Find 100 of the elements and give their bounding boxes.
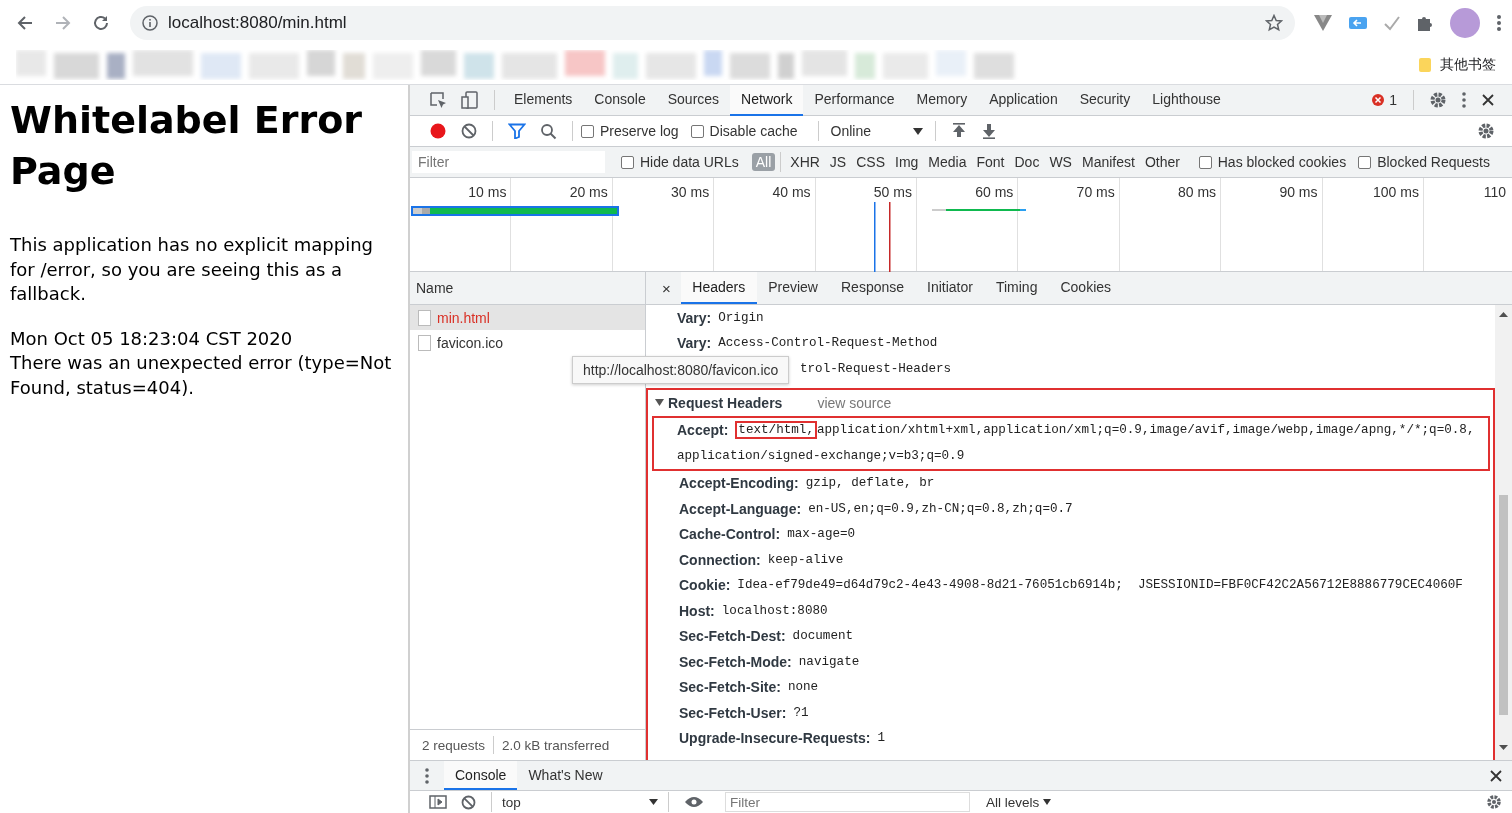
menu-dots-icon[interactable]	[1496, 14, 1502, 32]
header-name: Sec-Fetch-Site:	[679, 679, 781, 696]
error-count[interactable]: 1	[1389, 92, 1397, 108]
checkbox[interactable]	[1358, 155, 1372, 169]
devtools-tab[interactable]: Elements	[503, 84, 584, 116]
detail-tab[interactable]: Cookies	[1048, 272, 1123, 304]
clear-icon[interactable]	[461, 123, 477, 139]
v-logo-icon[interactable]	[1313, 14, 1333, 32]
upload-icon[interactable]	[950, 123, 967, 139]
bookmark-folder[interactable]: 其他书签	[1440, 56, 1496, 74]
more-options-icon[interactable]	[1461, 91, 1467, 109]
extension-badge-icon[interactable]	[1348, 15, 1368, 31]
checkbox[interactable]	[690, 124, 704, 138]
close-icon[interactable]	[1490, 769, 1502, 782]
drawer-tab[interactable]: Console	[444, 761, 518, 790]
devtools-tab[interactable]: Network	[730, 84, 804, 116]
view-source-link[interactable]: view source	[817, 394, 892, 411]
address-bar[interactable]: localhost:8080/min.html	[130, 6, 1295, 40]
inspect-element-icon[interactable]	[429, 91, 447, 109]
download-icon[interactable]	[980, 123, 997, 139]
request-row[interactable]: favicon.ico	[410, 330, 645, 355]
request-name: min.html	[437, 309, 490, 326]
reload-icon[interactable]	[92, 14, 110, 32]
header-value: Origin	[718, 310, 764, 325]
star-icon[interactable]	[1265, 14, 1283, 32]
error-icon[interactable]	[1372, 94, 1385, 106]
close-button[interactable]: ×	[656, 279, 677, 297]
settings-icon[interactable]	[1429, 91, 1447, 109]
detail-tab[interactable]: Timing	[984, 272, 1049, 304]
type-filter[interactable]: Other	[1140, 153, 1184, 171]
header-value: navigate	[798, 654, 860, 669]
type-filter[interactable]: Manifest	[1077, 153, 1139, 171]
checkbox-label[interactable]: Preserve log	[600, 123, 679, 139]
type-filter[interactable]: Img	[891, 153, 923, 171]
checkbox[interactable]	[1198, 155, 1212, 169]
levels-select[interactable]: All levels	[980, 793, 1058, 811]
devtools-tab[interactable]: Application	[978, 84, 1069, 116]
checkbox[interactable]	[581, 124, 594, 138]
devtools-tab[interactable]: Performance	[803, 84, 906, 116]
more-options-icon[interactable]	[424, 767, 430, 784]
devtools-tab[interactable]: Console	[583, 84, 657, 116]
context-select[interactable]: top	[500, 794, 660, 810]
devtools-tab[interactable]: Lighthouse	[1141, 84, 1232, 116]
file-icon	[418, 309, 431, 326]
expand-triangle-icon[interactable]	[655, 398, 664, 407]
devtools-tab[interactable]: Security	[1068, 84, 1142, 116]
type-filter[interactable]: CSS	[852, 153, 889, 171]
device-toolbar-icon[interactable]	[461, 91, 479, 109]
type-filter[interactable]: JS	[825, 153, 851, 171]
checkbox-label[interactable]: Blocked Requests	[1377, 154, 1490, 170]
checkbox-label[interactable]: Hide data URLs	[639, 154, 739, 170]
eye-icon[interactable]	[684, 796, 704, 808]
type-filter[interactable]: WS	[1045, 153, 1076, 171]
devtools-tab[interactable]: Memory	[905, 84, 979, 116]
type-filter[interactable]: XHR	[786, 153, 824, 171]
checkbox[interactable]	[620, 155, 634, 169]
close-icon[interactable]	[1481, 93, 1495, 107]
header-value: Access-Control-Request-Method	[718, 336, 938, 351]
request-name: favicon.ico	[437, 334, 504, 351]
checkbox-label[interactable]: Has blocked cookies	[1217, 154, 1347, 170]
time-tick: 10 ms	[468, 184, 507, 200]
checkbox-label[interactable]: Disable cache	[709, 123, 798, 139]
console-filter-input[interactable]: Filter	[725, 792, 970, 812]
puzzle-icon[interactable]	[1416, 14, 1434, 32]
record-icon[interactable]	[429, 122, 447, 140]
header-name: Sec-Fetch-User:	[679, 704, 787, 721]
clear-icon[interactable]	[461, 794, 476, 810]
throttling-select[interactable]: Online	[826, 123, 927, 139]
header-name: Cookie:	[679, 577, 731, 594]
section-title[interactable]: Request Headers	[668, 394, 783, 411]
header-value: application/xhtml+xml,application/xml;q=0.9,image/avif,image/webp,image/apng,*/*;q=0.8,	[816, 423, 1475, 438]
type-filter[interactable]: Font	[972, 153, 1009, 171]
search-icon[interactable]	[540, 122, 557, 140]
header-name: Connection:	[679, 551, 761, 568]
header-name: Accept-Language:	[679, 500, 802, 517]
detail-tab[interactable]: Initiator	[915, 272, 985, 304]
detail-tab[interactable]: Response	[829, 272, 916, 304]
type-filter[interactable]: Doc	[1010, 153, 1044, 171]
time-tick: 110	[1483, 184, 1506, 200]
filter-icon[interactable]	[508, 123, 526, 139]
sidebar-toggle-icon[interactable]	[429, 795, 447, 809]
back-arrow-icon[interactable]	[16, 14, 34, 32]
devtools-tab[interactable]: Sources	[656, 84, 731, 116]
caret-icon	[649, 799, 658, 805]
scrollbar[interactable]	[1495, 305, 1512, 760]
filter-input[interactable]: Filter	[412, 151, 605, 173]
timestamp: Mon Oct 05 18:23:04 CST 2020	[10, 326, 294, 351]
detail-tab[interactable]: Headers	[680, 272, 757, 304]
type-filter[interactable]: Media	[924, 153, 971, 171]
time-tick: 40 ms	[772, 184, 811, 200]
header-value: document	[792, 629, 854, 644]
header-value: gzip, deflate, br	[805, 476, 935, 491]
request-row[interactable]: min.html	[410, 305, 645, 330]
column-header[interactable]: Name	[416, 280, 454, 296]
check-mark-icon[interactable]	[1383, 14, 1401, 32]
detail-tab[interactable]: Preview	[756, 272, 830, 304]
drawer-tab[interactable]: What's New	[517, 761, 614, 790]
info-icon[interactable]	[142, 15, 158, 31]
settings-icon[interactable]	[1486, 794, 1502, 810]
settings-icon[interactable]	[1477, 122, 1495, 140]
